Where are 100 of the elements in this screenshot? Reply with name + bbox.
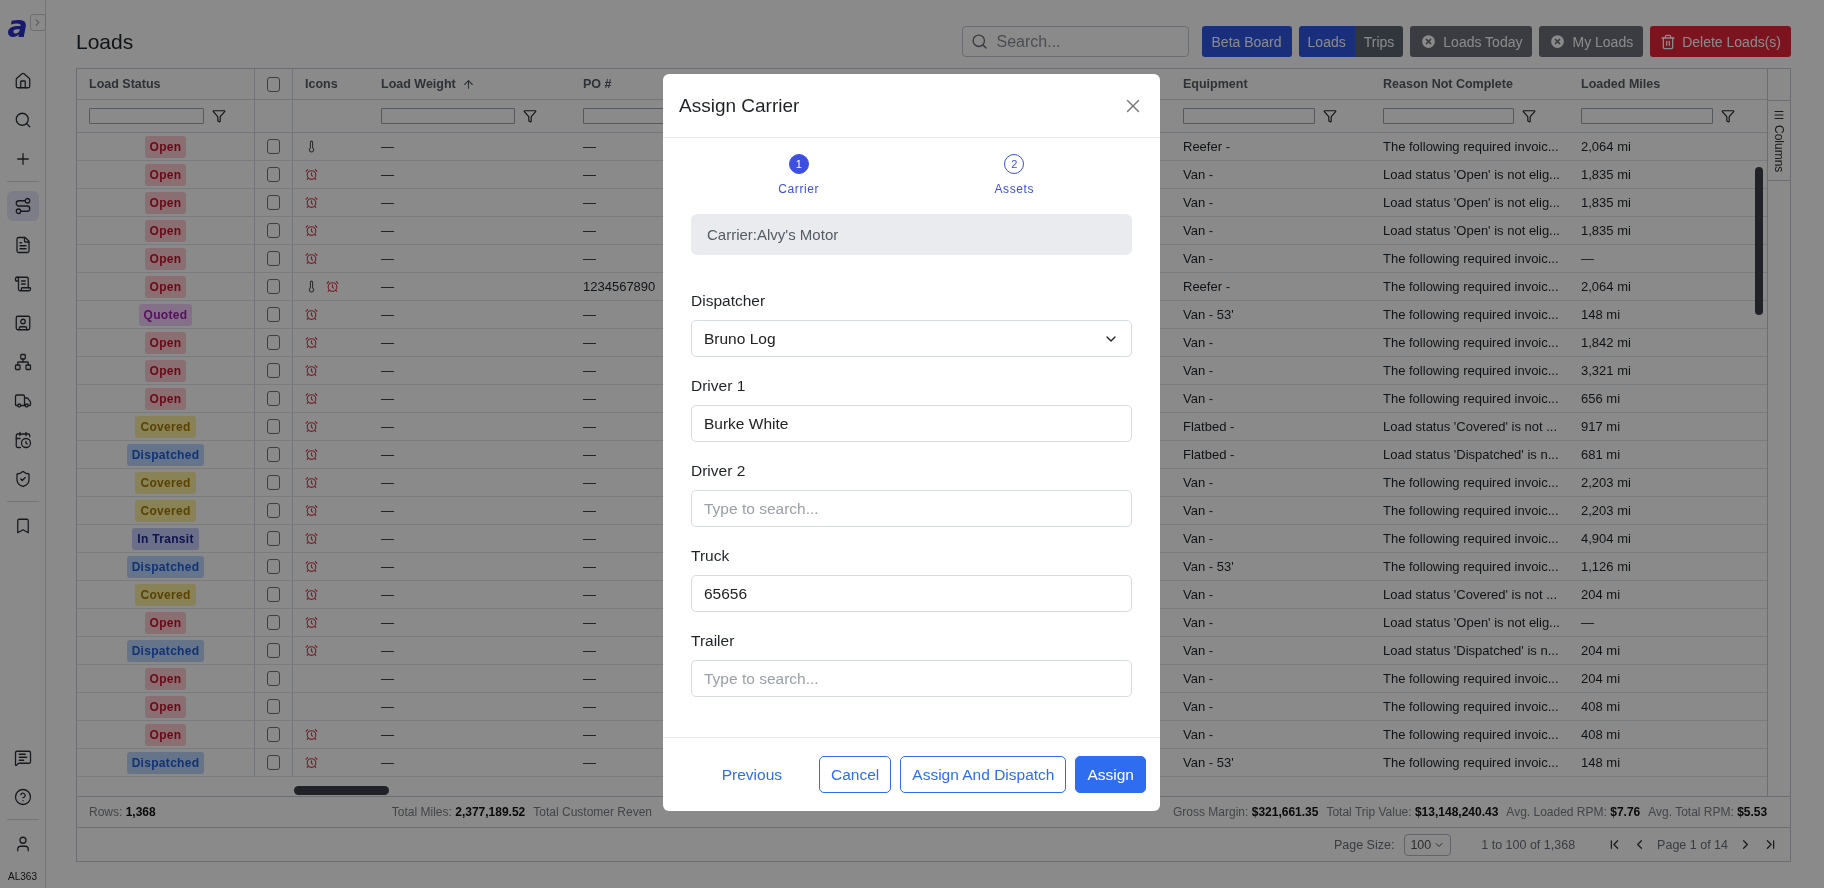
search-icon: [970, 33, 988, 50]
column-header[interactable]: Icons: [305, 77, 338, 91]
search-field[interactable]: Search...: [961, 26, 1189, 57]
table-cell: —: [583, 447, 596, 462]
chat-icon: [13, 749, 32, 767]
table-cell: —: [583, 531, 596, 546]
row-checkbox[interactable]: [267, 279, 280, 294]
table-cell: —: [381, 615, 394, 630]
row-checkbox[interactable]: [267, 559, 280, 574]
column-header[interactable]: Equipment: [1183, 77, 1248, 91]
filter-field[interactable]: [1581, 108, 1713, 124]
row-checkbox[interactable]: [267, 167, 280, 182]
row-checkbox[interactable]: [267, 699, 280, 714]
nav-button[interactable]: [6, 191, 39, 221]
view-toggle-button[interactable]: Loads: [1298, 26, 1355, 57]
select-all-checkbox[interactable]: [267, 76, 280, 92]
filter-field[interactable]: [1183, 108, 1315, 124]
scrollbar-thumb[interactable]: [294, 785, 389, 795]
dialog-button[interactable]: Assign And Dispatch: [900, 756, 1067, 793]
row-checkbox[interactable]: [267, 503, 280, 518]
table-cell: 408 mi: [1581, 699, 1621, 714]
filter-icon[interactable]: [211, 109, 226, 123]
step-number[interactable]: 1: [788, 154, 809, 174]
beta-board-button[interactable]: Beta Board: [1201, 26, 1292, 57]
filter-icon[interactable]: [522, 109, 537, 123]
input-field[interactable]: Type to search...: [691, 490, 1132, 527]
row-checkbox[interactable]: [267, 251, 280, 266]
row-checkbox[interactable]: [267, 475, 280, 490]
filter-icon[interactable]: [1521, 109, 1536, 123]
row-checkbox[interactable]: [267, 727, 280, 742]
filter-chip[interactable]: Loads Today: [1410, 26, 1533, 57]
row-checkbox[interactable]: [267, 223, 280, 238]
row-checkbox[interactable]: [267, 195, 280, 210]
filter-field[interactable]: [1383, 108, 1514, 124]
column-header[interactable]: Loaded Miles: [1581, 77, 1661, 91]
table-cell: —: [381, 167, 394, 182]
columns-tab[interactable]: Columns: [1768, 100, 1790, 182]
row-checkbox[interactable]: [267, 755, 280, 770]
column-header[interactable]: PO #: [583, 77, 612, 91]
table-cell: The following required invoic...: [1383, 251, 1559, 266]
carrier-info: Carrier:Alvy's Motor: [691, 214, 1132, 255]
row-checkbox[interactable]: [267, 391, 280, 406]
table-cell: Van -: [1183, 615, 1214, 630]
table-cell: —: [583, 307, 596, 322]
table-cell: Load status 'Covered' is not ...: [1383, 419, 1558, 434]
trash-icon: [1660, 33, 1677, 50]
field-label: Trailer: [691, 631, 736, 650]
row-checkbox[interactable]: [267, 307, 280, 322]
column-header[interactable]: Load Weight: [381, 77, 456, 91]
scrollbar-thumb[interactable]: [1755, 167, 1763, 315]
status-badge: Open: [144, 275, 187, 298]
filter-field[interactable]: [381, 108, 515, 124]
field-label: Driver 1: [691, 376, 747, 395]
field-label: Truck: [691, 546, 731, 565]
row-checkbox[interactable]: [267, 419, 280, 434]
input-field[interactable]: Burke White: [691, 405, 1132, 442]
table-cell: —: [583, 335, 596, 350]
table-cell: —: [381, 335, 394, 350]
table-cell: Van -: [1183, 531, 1214, 546]
table-cell: 2,064 mi: [1581, 139, 1631, 154]
page-size-label: Page Size:: [1333, 837, 1395, 852]
table-cell: 1234567890: [583, 279, 656, 294]
page-size-select[interactable]: 100: [1404, 833, 1452, 856]
filter-field[interactable]: [89, 108, 204, 124]
table-cell: —: [583, 139, 596, 154]
close-icon: [1420, 33, 1438, 50]
table-cell: 1,126 mi: [1581, 559, 1631, 574]
field-label: Dispatcher: [691, 291, 767, 310]
row-checkbox[interactable]: [267, 643, 280, 658]
row-checkbox[interactable]: [267, 671, 280, 686]
filter-icon[interactable]: [1721, 109, 1735, 123]
dispatcher-select[interactable]: Bruno Log: [691, 320, 1132, 357]
report-icon: [13, 275, 32, 293]
row-checkbox[interactable]: [267, 335, 280, 350]
status-badge: Open: [144, 219, 187, 242]
dialog-button[interactable]: Cancel: [819, 756, 892, 793]
previous-link[interactable]: Previous: [709, 756, 795, 793]
table-cell: —: [381, 531, 394, 546]
view-toggle-button[interactable]: Trips: [1354, 26, 1404, 57]
dialog-button[interactable]: Assign: [1075, 756, 1146, 793]
table-cell: The following required invoic...: [1383, 559, 1559, 574]
input-field[interactable]: 65656: [691, 575, 1132, 612]
input-field[interactable]: Type to search...: [691, 660, 1132, 697]
filter-icon[interactable]: [1323, 109, 1337, 123]
row-checkbox[interactable]: [267, 531, 280, 546]
row-checkbox[interactable]: [267, 587, 280, 602]
table-cell: 917 mi: [1581, 419, 1621, 434]
row-checkbox[interactable]: [267, 615, 280, 630]
row-checkbox[interactable]: [267, 139, 280, 154]
status-badge: Open: [144, 247, 187, 270]
step-number[interactable]: 2: [1004, 154, 1025, 174]
row-checkbox[interactable]: [267, 447, 280, 462]
column-header[interactable]: Reason Not Complete: [1383, 77, 1513, 91]
page-title: Loads: [76, 29, 135, 54]
row-checkbox[interactable]: [267, 363, 280, 378]
delete-button[interactable]: Delete Loads(s): [1650, 26, 1791, 57]
column-header[interactable]: Load Status: [89, 77, 161, 91]
contact-card-icon: [13, 314, 32, 332]
filter-chip[interactable]: My Loads: [1539, 26, 1644, 57]
table-cell: The following required invoic...: [1383, 335, 1559, 350]
